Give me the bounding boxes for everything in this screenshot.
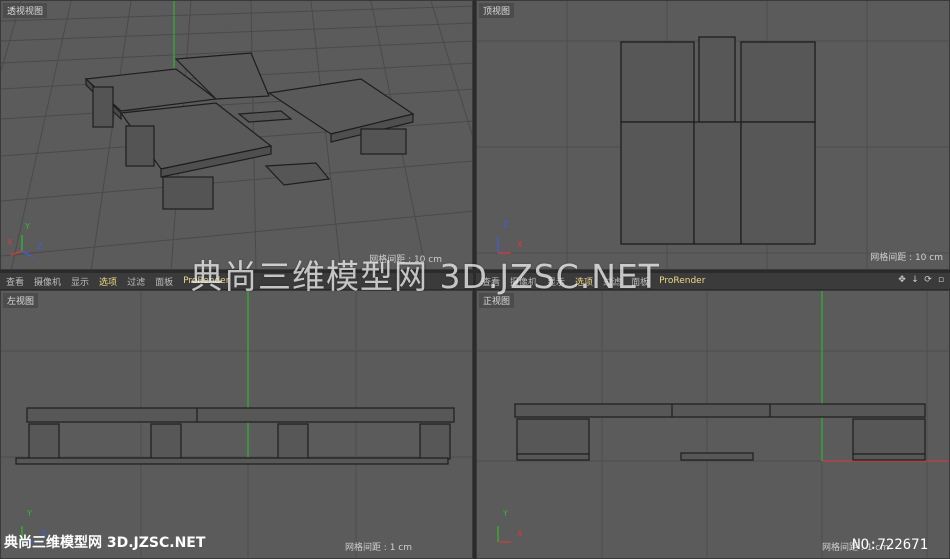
maximize-icon[interactable]: ▫ (936, 275, 946, 285)
grid-spacing-label: 网格间距 : 1 cm (344, 543, 412, 553)
menu-display[interactable]: 显示 (71, 275, 89, 288)
axis-label-z: Z (37, 242, 43, 251)
down-arrow-icon[interactable]: ↓ (910, 275, 920, 285)
model-number: NO:722671 (852, 537, 928, 553)
left-scene (1, 291, 472, 558)
menu-options[interactable]: 选项 (99, 275, 117, 288)
axis-label-x: X (517, 240, 523, 249)
axis-gizmo-icon (497, 526, 511, 543)
viewport-left[interactable]: 左视图 Y Z 网格间距 : 1 cm (0, 290, 473, 559)
menu-camera[interactable]: 摄像机 (34, 275, 61, 288)
viewport-nav-icons: ✥ ↓ ⟳ ▫ (897, 275, 946, 285)
viewport-front[interactable]: 正视图 Y X 网格间距 : 1 cm (476, 290, 950, 559)
axis-gizmo-icon (10, 235, 34, 258)
grid-spacing-label: 网格间距 : 10 cm (870, 253, 943, 263)
watermark-center: 典尚三维模型网 3D.JZSC.NET (190, 257, 660, 296)
viewport-label: 左视图 (3, 293, 39, 308)
axis-label-z: Z (503, 220, 509, 229)
viewport-label: 顶视图 (479, 3, 515, 18)
axis-label-y: Y (25, 222, 30, 231)
watermark-bottom-left: 典尚三维模型网 3D.JZSC.NET (4, 535, 206, 551)
top-scene (477, 1, 949, 269)
axis-label-y: Y (27, 509, 32, 518)
perspective-scene (1, 1, 472, 269)
menu-filter[interactable]: 过滤 (127, 275, 145, 288)
viewport-perspective[interactable]: 透视视图 Y X Z 网格间距: 10 cm (0, 0, 473, 270)
axis-label-y: Y (503, 509, 508, 518)
menu-panel[interactable]: 面板 (155, 275, 173, 288)
menu-view[interactable]: 查看 (6, 275, 24, 288)
menu-prorender[interactable]: ProRender (659, 276, 705, 286)
rotate-icon[interactable]: ⟳ (923, 275, 933, 285)
move-icon[interactable]: ✥ (897, 275, 907, 285)
viewport-top[interactable]: 顶视图 Z X 网格间距 : 10 cm (476, 0, 950, 270)
viewport-label: 透视视图 (3, 3, 48, 18)
front-scene (477, 291, 949, 558)
axis-label-x: X (517, 529, 523, 538)
